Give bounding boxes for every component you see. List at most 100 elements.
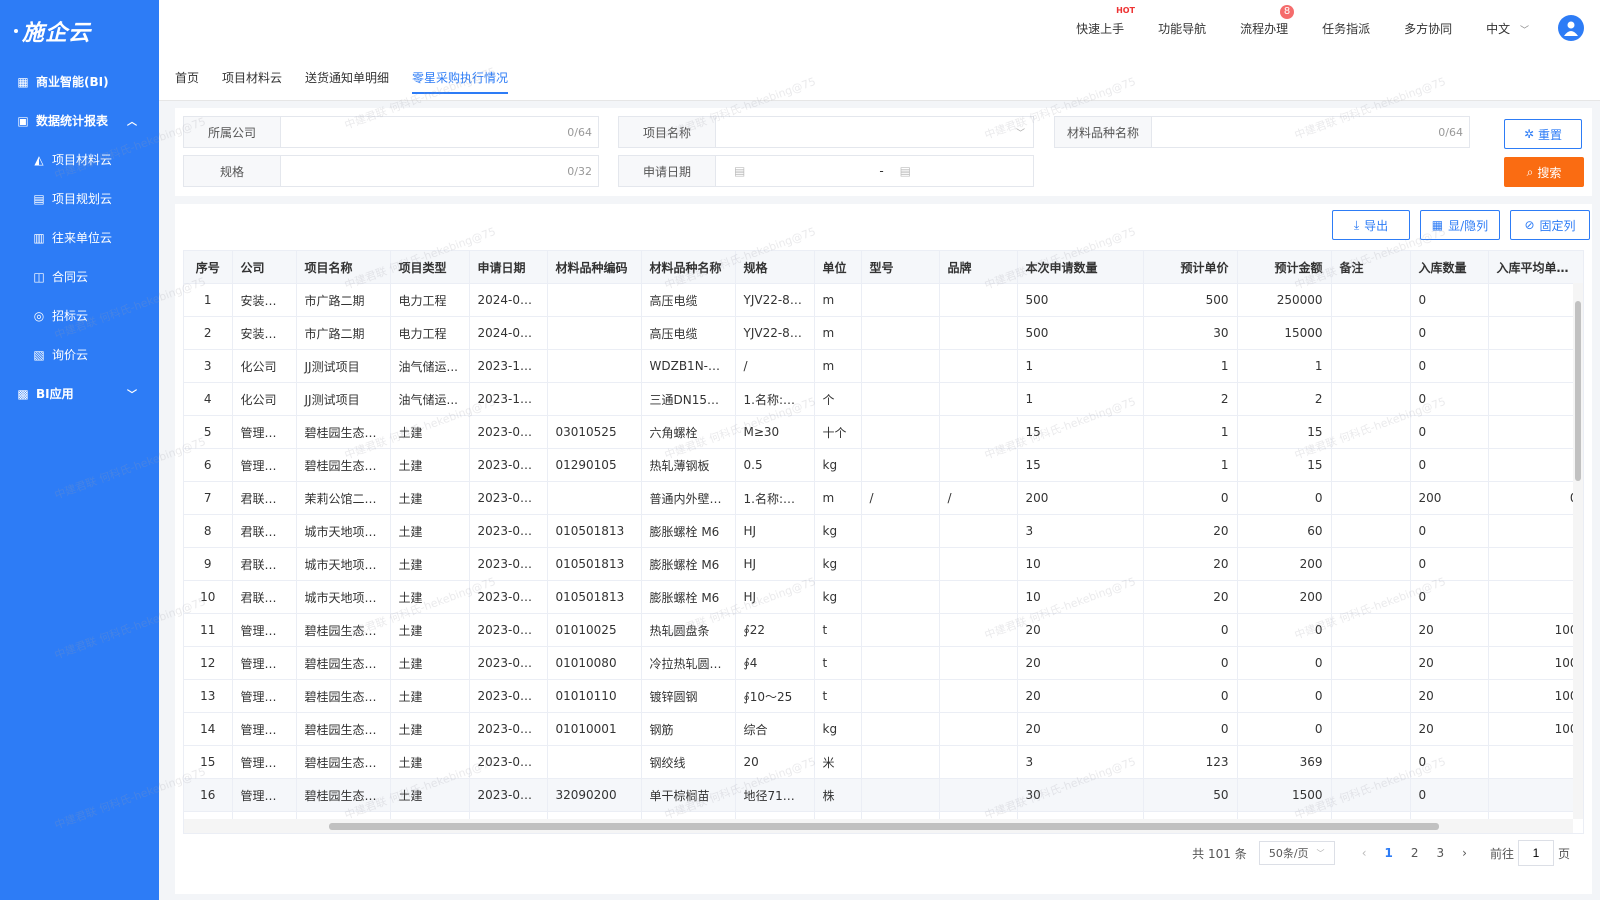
table-cell [939,349,1018,383]
next-page-icon[interactable]: › [1462,846,1467,860]
table-cell: t [814,646,862,680]
table-cell: 0 [1237,481,1332,515]
table-row[interactable]: 11 管理中心 碧桂园生态城... 土建 2023-03-10 01010025 热轧圆盘条… [184,613,1583,647]
column-header[interactable]: 单位 [814,251,862,284]
reset-button[interactable]: ✲ 重置 [1504,119,1582,149]
search-button[interactable]: ⌕ 搜索 [1504,157,1584,187]
sidebar-item-6[interactable]: ◎ 招标云 [0,296,159,335]
column-header[interactable]: 预计金额 [1237,251,1332,284]
page-number[interactable]: 3 [1437,846,1445,860]
quick-start-link[interactable]: 快速上手 HOT [1076,6,1135,37]
fix-columns-button[interactable]: ⊘ 固定列 [1510,210,1590,240]
page-number[interactable]: 1 [1385,846,1393,860]
table-cell: 土建 [390,448,470,482]
table-row[interactable]: 3 化公司 JJ测试项目 油气储运... 2023-10-18 WDZB1N-RY... /… [184,349,1583,383]
calendar-icon[interactable]: ▤ [734,164,745,178]
table-cell: 0 [1488,481,1583,515]
column-header[interactable]: 品牌 [939,251,1018,284]
sidebar-item-2[interactable]: ◭ 项目材料云 [0,140,159,179]
prev-page-icon[interactable]: ‹ [1362,846,1367,860]
tab-0[interactable]: 首页 [175,56,199,100]
table-cell: 1 [1143,349,1238,383]
table-cell: 32090200 [547,778,642,812]
table-cell [547,481,642,515]
avatar[interactable] [1558,15,1584,41]
table-row[interactable]: 12 管理中心 碧桂园生态城... 土建 2023-03-10 01010080 冷拉热轧圆… [184,646,1583,680]
column-header[interactable]: 型号 [861,251,940,284]
column-header[interactable]: 公司 [232,251,297,284]
project-select[interactable] [716,117,1016,147]
table-row[interactable]: 9 君联（广... 城市天地项目... 土建 2023-03-20 010501813 膨胀… [184,547,1583,581]
tab-1[interactable]: 项目材料云 [222,56,282,100]
table-row[interactable]: 15 管理中心 碧桂园生态城... 土建 2023-03-01 钢绞线 20 米 3 123 369… [184,745,1583,779]
page-number[interactable]: 2 [1411,846,1419,860]
table-cell [939,613,1018,647]
tab-3[interactable]: 零星采购执行情况 [412,56,509,100]
tab-2[interactable]: 送货通知单明细 [305,56,389,100]
download-icon: ⤓ [1353,217,1360,232]
column-header[interactable]: 序号 [184,251,233,284]
horizontal-scrollbar[interactable] [184,819,1573,833]
export-button[interactable]: ⤓ 导出 [1332,210,1410,240]
table-cell: 20 [1017,712,1144,746]
table-row[interactable]: 1 安装分公司 市广路二期 电力工程 2024-09-19 高压电缆 YJV22-8.7..… [184,283,1583,317]
function-nav-link[interactable]: 功能导航 [1158,20,1206,37]
table-cell: 100 [1488,712,1583,746]
column-header[interactable]: 预计单价 [1143,251,1238,284]
table-cell [939,283,1018,317]
table-cell: 20 [1410,679,1489,713]
language-select[interactable]: 中文 ﹀ [1486,20,1529,37]
column-header[interactable]: 材料品种名称 [641,251,736,284]
logo-dot [14,29,18,33]
table-row[interactable]: 6 管理中心 碧桂园生态城... 土建 2023-09-14 01290105 热轧薄钢板 0… [184,448,1583,482]
page-size-select[interactable]: 50条/页 ﹀ [1258,841,1335,865]
material-input[interactable] [1152,117,1439,147]
toggle-columns-button[interactable]: ▦ 显/隐列 [1420,210,1500,240]
table-cell: 土建 [390,481,470,515]
table-cell: ∮10～25 [735,679,815,713]
calendar-icon[interactable]: ▤ [900,164,911,178]
vertical-scrollbar[interactable] [1573,283,1583,819]
column-header[interactable]: 规格 [735,251,815,284]
column-header[interactable]: 入库数量 [1410,251,1489,284]
table-row[interactable]: 14 管理中心 碧桂园生态城... 土建 2023-03-10 01010001 钢筋 综合 k… [184,712,1583,746]
sidebar-item-5[interactable]: ◫ 合同云 [0,257,159,296]
goto-page-input[interactable] [1517,840,1554,866]
table-row[interactable]: 7 君联（广... 茉莉公馆二期... 土建 2023-07-05 普通内外壁热... 1.… [184,481,1583,515]
table-row[interactable]: 4 化公司 JJ测试项目 油气储运... 2023-10-18 三通DN150*... 1.… [184,382,1583,416]
table-row[interactable]: 2 安装分公司 市广路二期 电力工程 2024-09-19 高压电缆 YJV22-8.7..… [184,316,1583,350]
table-row[interactable]: 13 管理中心 碧桂园生态城... 土建 2023-03-10 01010110 镀锌圆钢 ∮… [184,679,1583,713]
column-header[interactable]: 申请日期 [469,251,548,284]
table-row[interactable]: 8 君联（广... 城市天地项目... 土建 2023-03-27 010501813 膨胀… [184,514,1583,548]
sidebar-item-8[interactable]: ▩ BI应用 ﹀ [0,374,159,413]
sidebar-item-7[interactable]: ▧ 询价云 [0,335,159,374]
column-header[interactable]: 材料品种编码 [547,251,642,284]
column-header[interactable]: 本次申请数量 [1017,251,1144,284]
spec-input[interactable] [281,156,568,186]
sidebar-item-3[interactable]: ▤ 项目规划云 [0,179,159,218]
table-cell: 0 [1410,349,1489,383]
project-filter: 项目名称 ﹀ [618,116,1034,148]
table-cell [861,415,940,449]
sidebar-item-label: 往来单位云 [52,231,113,245]
table-cell: m [814,283,862,317]
table-row[interactable]: 5 管理中心 碧桂园生态城... 土建 2023-09-14 03010525 六角螺栓 M≥… [184,415,1583,449]
table-row[interactable]: 10 君联（广... 城市天地项目... 土建 2023-03-20 010501813 膨… [184,580,1583,614]
sidebar-item-1[interactable]: ▣ 数据统计报表 ︿ [0,101,159,140]
table-row[interactable]: 16 管理中心 碧桂园生态城... 土建 2023-03-01 32090200 单干棕榈苗… [184,778,1583,812]
company-input[interactable] [281,117,568,147]
horizontal-scroll-thumb[interactable] [329,823,1439,830]
collab-link[interactable]: 多方协同 [1404,20,1452,37]
sidebar-item-4[interactable]: ▥ 往来单位云 [0,218,159,257]
table-cell: 土建 [390,514,470,548]
column-header[interactable]: 项目类型 [390,251,470,284]
vertical-scroll-thumb[interactable] [1575,301,1581,481]
sidebar-item-0[interactable]: ▦ 商业智能(BI) [0,62,159,101]
table-cell: 2023-07-05 [469,481,548,515]
logo[interactable]: 施企云 [0,0,159,62]
process-link[interactable]: 流程办理 8 [1240,4,1295,37]
column-header[interactable]: 备注 [1331,251,1411,284]
column-header[interactable]: 项目名称 [296,251,391,284]
task-assign-link[interactable]: 任务指派 [1322,20,1370,37]
column-header[interactable]: 入库平均单价... [1488,251,1583,284]
